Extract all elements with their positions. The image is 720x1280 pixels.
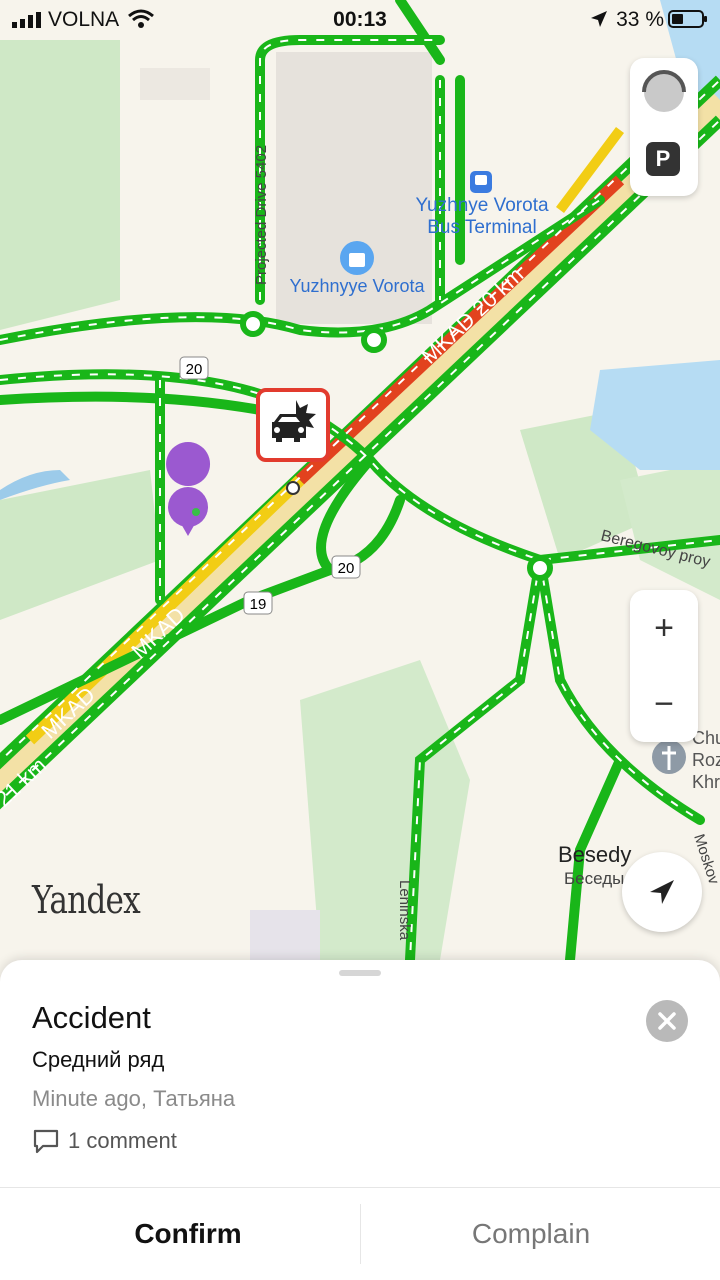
location-arrow-icon [591,11,607,27]
incident-title: Accident [32,1000,151,1035]
car-crash-icon [272,400,316,442]
route-shield-19: 19 [243,591,273,615]
roundabout [240,311,266,337]
street-label: Leninska [396,880,413,941]
park-area [0,40,120,330]
route-shield-20b: 20 [331,555,361,579]
shopping-bag-icon[interactable] [340,241,374,275]
comments-link[interactable]: 1 comment [32,1126,177,1156]
close-button[interactable] [646,1000,688,1042]
bus-terminal-label-2: Bus Terminal [427,217,536,238]
yandex-logo: Yandex [32,878,141,922]
traffic-toggle-icon[interactable] [642,70,686,114]
parking-icon[interactable]: P [646,142,680,176]
bus-terminal-label: Yuzhnye Vorota [415,195,549,216]
settlement-label: Besedy [558,842,631,867]
church-icon[interactable] [652,740,686,774]
svg-text:20: 20 [338,560,355,577]
incident-meta: Minute ago, Татьяна [32,1086,236,1111]
close-icon [658,1012,676,1030]
svg-text:Khr: Khr [692,772,720,792]
settlement-label-ru: Беседы [564,869,624,888]
building [140,68,210,100]
comment-icon [33,1129,59,1154]
incident-subtitle: Средний ряд [32,1047,165,1072]
accident-marker[interactable] [256,388,330,462]
roundabout [361,327,387,353]
confirm-button[interactable]: Confirm [8,1188,368,1280]
sheet-grabber[interactable] [339,970,381,976]
battery-percent: 33 % [616,8,664,31]
incident-point [286,481,300,495]
zoom-out-button[interactable]: − [630,666,698,742]
roundabout [527,555,553,581]
map-view[interactable]: 20 20 19 Yuzhnye Vorota Bus Terminal Yuz… [0,0,720,1000]
my-location-button[interactable] [622,852,702,932]
mall-label: Yuzhnyye Vorota [289,276,425,296]
zoom-in-button[interactable]: + [630,590,698,666]
status-bar: VOLNA 00:13 33 % [0,0,720,38]
comments-count: 1 comment [68,1128,177,1153]
bus-terminal-icon[interactable] [470,171,492,193]
complain-button[interactable]: Complain [351,1188,711,1280]
incident-card: Accident Средний ряд Minute ago, Татьяна… [0,960,720,1280]
svg-text:Roz: Roz [692,750,720,770]
map-layers-panel: P [630,58,698,196]
street-label: Projected Drive 5402 [253,145,270,285]
navigation-arrow-icon [650,880,674,904]
svg-text:19: 19 [250,596,267,613]
zoom-controls: + − [630,590,698,742]
clock: 00:13 [333,8,387,31]
svg-text:20: 20 [186,361,203,378]
battery-icon [668,10,707,28]
route-shield-20a: 20 [179,356,209,380]
building [250,910,320,960]
